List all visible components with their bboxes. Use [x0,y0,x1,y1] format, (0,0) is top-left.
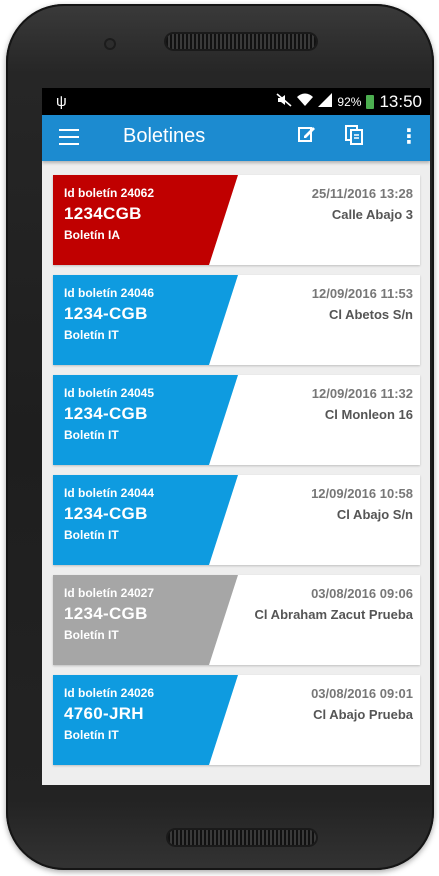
boletin-card[interactable]: Id boletín 24062 1234CGB Boletín IA 25/11/2… [53,175,420,265]
boletin-date: 25/11/2016 13:28 [311,186,413,201]
earpiece-speaker [166,34,316,49]
boletin-date: 12/09/2016 11:32 [311,386,413,401]
boletin-street: Cl Abajo Prueba [313,707,413,722]
boletin-card[interactable]: Id boletín 24045 1234-CGB Boletín IT 12/09/… [53,375,420,465]
boletin-id: Id boletín 24044 [64,486,155,500]
boletin-street: Cl Abraham Zacut Prueba [254,607,413,622]
boletin-plate: 1234-CGB [64,604,148,623]
status-bar: ψ 92% 13:50 [42,88,430,115]
clock: 13:50 [379,92,422,111]
hamburger-menu-icon[interactable] [59,129,79,145]
boletines-list: Id boletín 24062 1234CGB Boletín IA 25/11/2… [42,161,430,765]
boletin-id: Id boletín 24045 [64,386,155,400]
boletin-type: Boletín IT [64,728,119,742]
boletin-date: 03/08/2016 09:01 [311,686,413,701]
screen: ψ 92% 13:50 Boletines ⋮ Id boletín 24062… [42,88,430,785]
boletin-type: Boletín IT [64,328,119,342]
boletin-date: 03/08/2016 09:06 [311,586,413,601]
boletin-id: Id boletín 24062 [64,186,155,200]
signal-icon [318,92,333,112]
boletin-type: Boletín IT [64,528,119,542]
boletin-street: Cl Monleon 16 [324,407,413,422]
usb-icon: ψ [56,93,67,110]
boletin-id: Id boletín 24026 [64,686,155,700]
page-title: Boletines [123,125,206,147]
battery-percent: 92% [337,95,362,109]
boletin-type: Boletín IA [64,228,120,242]
boletin-type: Boletín IT [64,628,119,642]
boletin-plate: 1234-CGB [64,404,148,423]
wifi-icon [297,93,314,112]
more-vert-icon[interactable]: ⋮ [399,124,419,149]
boletin-card[interactable]: Id boletín 24026 4760-JRH Boletín IT 03/08/… [53,675,420,765]
boletin-date: 12/09/2016 11:53 [311,286,413,301]
boletin-street: Calle Abajo 3 [331,207,413,222]
boletin-card[interactable]: Id boletín 24044 1234-CGB Boletín IT 12/09/… [53,475,420,565]
boletin-date: 12/09/2016 10:58 [311,486,413,501]
boletin-street: Cl Abajo S/n [336,507,413,522]
status-icons: 92% 13:50 [276,92,422,112]
edit-note-icon[interactable] [298,125,316,148]
mute-icon [276,92,292,112]
boletin-street: Cl Abetos S/n [328,307,413,322]
boletin-card[interactable]: Id boletín 24046 1234-CGB Boletín IT 12/09/… [53,275,420,365]
boletin-id: Id boletín 24027 [64,586,155,600]
documents-icon[interactable] [345,125,363,150]
boletin-id: Id boletín 24046 [64,286,155,300]
battery-icon [366,95,375,109]
boletin-plate: 1234CGB [64,204,142,223]
boletin-card[interactable]: Id boletín 24027 1234-CGB Boletín IT 03/08/… [53,575,420,665]
boletin-plate: 1234-CGB [64,504,148,523]
boletin-plate: 1234-CGB [64,304,148,323]
bottom-speaker [168,830,316,845]
front-camera [106,40,114,48]
boletin-type: Boletín IT [64,428,119,442]
boletin-plate: 4760-JRH [64,704,144,723]
app-bar: Boletines ⋮ [42,115,430,161]
